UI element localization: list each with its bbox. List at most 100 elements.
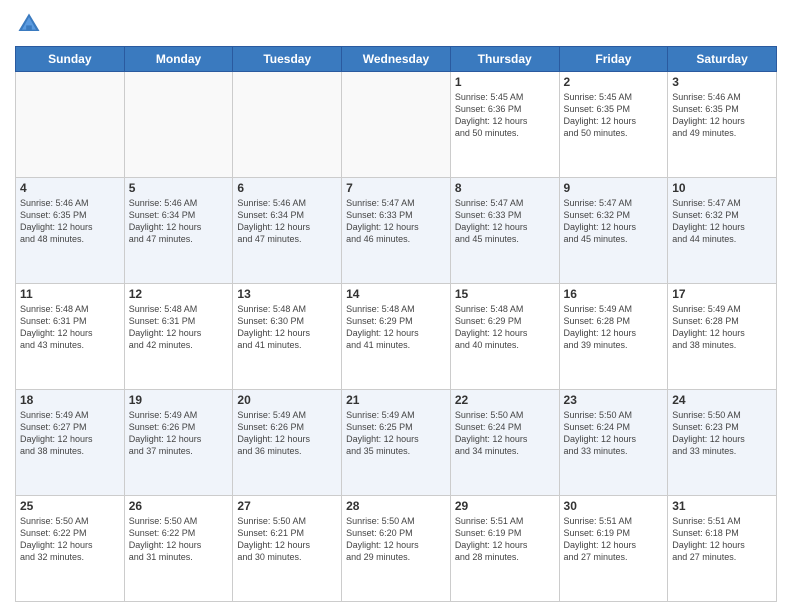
day-info: Sunrise: 5:46 AM Sunset: 6:34 PM Dayligh… bbox=[237, 197, 337, 246]
day-number: 24 bbox=[672, 393, 772, 407]
day-info: Sunrise: 5:45 AM Sunset: 6:36 PM Dayligh… bbox=[455, 91, 555, 140]
calendar-week-5: 25 Sunrise: 5:50 AM Sunset: 6:22 PM Dayli… bbox=[16, 496, 777, 602]
calendar-cell bbox=[124, 72, 233, 178]
day-number: 4 bbox=[20, 181, 120, 195]
day-info: Sunrise: 5:46 AM Sunset: 6:35 PM Dayligh… bbox=[672, 91, 772, 140]
calendar-cell: 7Sunrise: 5:47 AM Sunset: 6:33 PM Daylig… bbox=[342, 178, 451, 284]
calendar-cell: 6 Sunrise: 5:46 AM Sunset: 6:34 PM Daylig… bbox=[233, 178, 342, 284]
day-info: Sunrise: 5:49 AM Sunset: 6:26 PM Dayligh… bbox=[129, 409, 229, 458]
day-info: Sunrise: 5:48 AM Sunset: 6:29 PM Dayligh… bbox=[455, 303, 555, 352]
day-info: Sunrise: 5:46 AM Sunset: 6:35 PM Dayligh… bbox=[20, 197, 120, 246]
calendar-cell: 2Sunrise: 5:45 AM Sunset: 6:35 PM Daylig… bbox=[559, 72, 668, 178]
day-info: Sunrise: 5:51 AM Sunset: 6:19 PM Dayligh… bbox=[455, 515, 555, 564]
day-number: 19 bbox=[129, 393, 229, 407]
day-info: Sunrise: 5:50 AM Sunset: 6:21 PM Dayligh… bbox=[237, 515, 337, 564]
calendar-cell: 3 Sunrise: 5:46 AM Sunset: 6:35 PM Daylig… bbox=[668, 72, 777, 178]
calendar-cell: 21 Sunrise: 5:49 AM Sunset: 6:25 PM Dayli… bbox=[342, 390, 451, 496]
day-of-week-thursday: Thursday bbox=[450, 47, 559, 72]
day-number: 26 bbox=[129, 499, 229, 513]
calendar-header-row: SundayMondayTuesdayWednesdayThursdayFrid… bbox=[16, 47, 777, 72]
day-number: 13 bbox=[237, 287, 337, 301]
day-number: 16 bbox=[564, 287, 664, 301]
calendar-cell: 4 Sunrise: 5:46 AM Sunset: 6:35 PM Daylig… bbox=[16, 178, 125, 284]
day-number: 25 bbox=[20, 499, 120, 513]
day-info: Sunrise: 5:50 AM Sunset: 6:24 PM Dayligh… bbox=[455, 409, 555, 458]
day-info: Sunrise: 5:48 AM Sunset: 6:30 PM Dayligh… bbox=[237, 303, 337, 352]
day-number: 21 bbox=[346, 393, 446, 407]
day-number: 28 bbox=[346, 499, 446, 513]
calendar-cell: 5 Sunrise: 5:46 AM Sunset: 6:34 PM Daylig… bbox=[124, 178, 233, 284]
calendar-cell: 25 Sunrise: 5:50 AM Sunset: 6:22 PM Dayli… bbox=[16, 496, 125, 602]
day-info: Sunrise: 5:50 AM Sunset: 6:20 PM Dayligh… bbox=[346, 515, 446, 564]
calendar-cell: 10Sunrise: 5:47 AM Sunset: 6:32 PM Dayli… bbox=[668, 178, 777, 284]
day-number: 1 bbox=[455, 75, 555, 89]
day-number: 23 bbox=[564, 393, 664, 407]
calendar-cell: 29 Sunrise: 5:51 AM Sunset: 6:19 PM Dayli… bbox=[450, 496, 559, 602]
calendar-cell: 31Sunrise: 5:51 AM Sunset: 6:18 PM Dayli… bbox=[668, 496, 777, 602]
calendar-cell: 16 Sunrise: 5:49 AM Sunset: 6:28 PM Dayli… bbox=[559, 284, 668, 390]
day-number: 9 bbox=[564, 181, 664, 195]
day-number: 27 bbox=[237, 499, 337, 513]
day-info: Sunrise: 5:48 AM Sunset: 6:31 PM Dayligh… bbox=[129, 303, 229, 352]
day-info: Sunrise: 5:47 AM Sunset: 6:33 PM Dayligh… bbox=[346, 197, 446, 246]
logo-icon bbox=[15, 10, 43, 38]
day-of-week-saturday: Saturday bbox=[668, 47, 777, 72]
day-number: 11 bbox=[20, 287, 120, 301]
calendar-table: SundayMondayTuesdayWednesdayThursdayFrid… bbox=[15, 46, 777, 602]
calendar-week-1: 1 Sunrise: 5:45 AM Sunset: 6:36 PM Daylig… bbox=[16, 72, 777, 178]
day-info: Sunrise: 5:47 AM Sunset: 6:33 PM Dayligh… bbox=[455, 197, 555, 246]
calendar-cell: 8 Sunrise: 5:47 AM Sunset: 6:33 PM Daylig… bbox=[450, 178, 559, 284]
calendar-body: 1 Sunrise: 5:45 AM Sunset: 6:36 PM Daylig… bbox=[16, 72, 777, 602]
calendar-cell: 27 Sunrise: 5:50 AM Sunset: 6:21 PM Dayli… bbox=[233, 496, 342, 602]
day-info: Sunrise: 5:45 AM Sunset: 6:35 PM Dayligh… bbox=[564, 91, 664, 140]
calendar-cell: 14 Sunrise: 5:48 AM Sunset: 6:29 PM Dayli… bbox=[342, 284, 451, 390]
day-of-week-sunday: Sunday bbox=[16, 47, 125, 72]
calendar-week-2: 4 Sunrise: 5:46 AM Sunset: 6:35 PM Daylig… bbox=[16, 178, 777, 284]
calendar-cell bbox=[342, 72, 451, 178]
day-number: 14 bbox=[346, 287, 446, 301]
day-info: Sunrise: 5:49 AM Sunset: 6:27 PM Dayligh… bbox=[20, 409, 120, 458]
calendar-cell: 18Sunrise: 5:49 AM Sunset: 6:27 PM Dayli… bbox=[16, 390, 125, 496]
calendar-cell: 23Sunrise: 5:50 AM Sunset: 6:24 PM Dayli… bbox=[559, 390, 668, 496]
calendar-cell: 30Sunrise: 5:51 AM Sunset: 6:19 PM Dayli… bbox=[559, 496, 668, 602]
calendar-cell bbox=[233, 72, 342, 178]
day-info: Sunrise: 5:49 AM Sunset: 6:28 PM Dayligh… bbox=[564, 303, 664, 352]
day-info: Sunrise: 5:47 AM Sunset: 6:32 PM Dayligh… bbox=[564, 197, 664, 246]
day-info: Sunrise: 5:49 AM Sunset: 6:26 PM Dayligh… bbox=[237, 409, 337, 458]
calendar-week-3: 11 Sunrise: 5:48 AM Sunset: 6:31 PM Dayli… bbox=[16, 284, 777, 390]
calendar-cell: 15 Sunrise: 5:48 AM Sunset: 6:29 PM Dayli… bbox=[450, 284, 559, 390]
day-number: 8 bbox=[455, 181, 555, 195]
day-of-week-monday: Monday bbox=[124, 47, 233, 72]
calendar-cell: 24 Sunrise: 5:50 AM Sunset: 6:23 PM Dayli… bbox=[668, 390, 777, 496]
day-number: 30 bbox=[564, 499, 664, 513]
day-number: 3 bbox=[672, 75, 772, 89]
day-info: Sunrise: 5:49 AM Sunset: 6:25 PM Dayligh… bbox=[346, 409, 446, 458]
day-info: Sunrise: 5:46 AM Sunset: 6:34 PM Dayligh… bbox=[129, 197, 229, 246]
day-number: 6 bbox=[237, 181, 337, 195]
day-info: Sunrise: 5:49 AM Sunset: 6:28 PM Dayligh… bbox=[672, 303, 772, 352]
day-number: 17 bbox=[672, 287, 772, 301]
day-number: 12 bbox=[129, 287, 229, 301]
day-number: 15 bbox=[455, 287, 555, 301]
calendar-cell: 17 Sunrise: 5:49 AM Sunset: 6:28 PM Dayli… bbox=[668, 284, 777, 390]
day-info: Sunrise: 5:51 AM Sunset: 6:18 PM Dayligh… bbox=[672, 515, 772, 564]
day-of-week-friday: Friday bbox=[559, 47, 668, 72]
day-info: Sunrise: 5:48 AM Sunset: 6:29 PM Dayligh… bbox=[346, 303, 446, 352]
day-info: Sunrise: 5:50 AM Sunset: 6:23 PM Dayligh… bbox=[672, 409, 772, 458]
day-info: Sunrise: 5:50 AM Sunset: 6:22 PM Dayligh… bbox=[20, 515, 120, 564]
page: SundayMondayTuesdayWednesdayThursdayFrid… bbox=[0, 0, 792, 612]
calendar-cell: 11 Sunrise: 5:48 AM Sunset: 6:31 PM Dayli… bbox=[16, 284, 125, 390]
day-number: 29 bbox=[455, 499, 555, 513]
calendar-cell: 13 Sunrise: 5:48 AM Sunset: 6:30 PM Dayli… bbox=[233, 284, 342, 390]
day-info: Sunrise: 5:48 AM Sunset: 6:31 PM Dayligh… bbox=[20, 303, 120, 352]
calendar-cell: 19 Sunrise: 5:49 AM Sunset: 6:26 PM Dayli… bbox=[124, 390, 233, 496]
day-number: 5 bbox=[129, 181, 229, 195]
calendar-cell: 12 Sunrise: 5:48 AM Sunset: 6:31 PM Dayli… bbox=[124, 284, 233, 390]
calendar-cell: 28 Sunrise: 5:50 AM Sunset: 6:20 PM Dayli… bbox=[342, 496, 451, 602]
day-number: 22 bbox=[455, 393, 555, 407]
header bbox=[15, 10, 777, 38]
calendar-cell: 1 Sunrise: 5:45 AM Sunset: 6:36 PM Daylig… bbox=[450, 72, 559, 178]
calendar-week-4: 18Sunrise: 5:49 AM Sunset: 6:27 PM Dayli… bbox=[16, 390, 777, 496]
calendar-cell: 20Sunrise: 5:49 AM Sunset: 6:26 PM Dayli… bbox=[233, 390, 342, 496]
day-info: Sunrise: 5:47 AM Sunset: 6:32 PM Dayligh… bbox=[672, 197, 772, 246]
